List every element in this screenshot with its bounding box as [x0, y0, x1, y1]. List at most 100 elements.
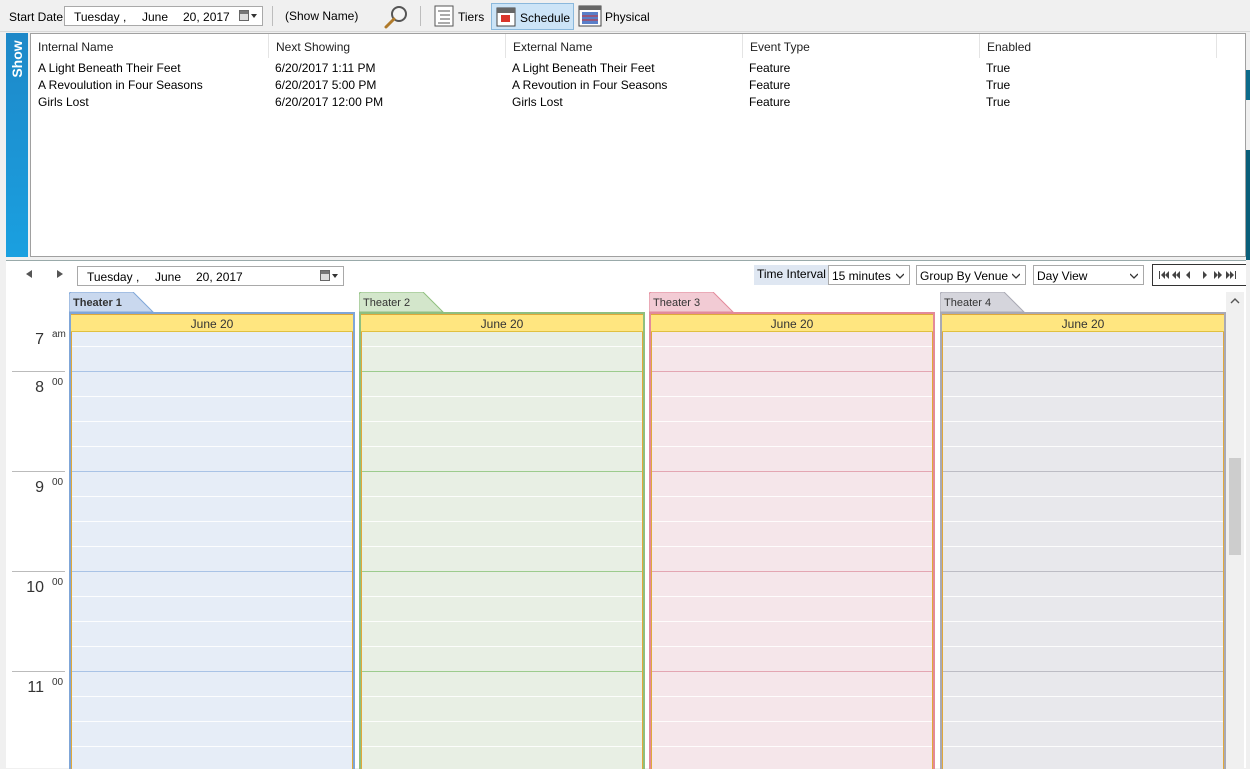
slot-gridline: [72, 546, 352, 547]
slot-gridline: [652, 746, 932, 747]
theater-column-4[interactable]: June 20: [940, 312, 1226, 769]
theater-column-3[interactable]: June 20: [649, 312, 935, 769]
slot-gridline: [943, 421, 1223, 422]
schedule-button[interactable]: Schedule: [491, 3, 574, 30]
show-grid: Internal Name Next Showing External Name…: [30, 33, 1246, 257]
scheduler: Tuesday , June 20, 2017 Time Interval 15…: [6, 260, 1246, 769]
search-icon[interactable]: [382, 4, 410, 30]
schedule-icon: [496, 7, 516, 27]
physical-button[interactable]: Physical: [577, 3, 651, 30]
tiers-icon: [434, 5, 454, 27]
vertical-scrollbar[interactable]: [1226, 292, 1244, 769]
hour-gridline: [362, 671, 642, 672]
show-name-filter[interactable]: (Show Name): [285, 9, 358, 23]
hour-gridline: [943, 471, 1223, 472]
hour-gridline: [72, 571, 352, 572]
start-date-picker[interactable]: Tuesday , June 20, 2017: [64, 6, 263, 26]
physical-layout-icon: [578, 5, 602, 27]
slot-gridline: [72, 646, 352, 647]
chevron-down-icon: [896, 273, 904, 279]
slot-gridline: [362, 696, 642, 697]
day-header[interactable]: June 20: [651, 314, 933, 332]
hour-gridline: [362, 571, 642, 572]
day-header-label: June 20: [770, 317, 814, 331]
date-navigation: [1152, 264, 1246, 286]
toolbar-separator: [420, 6, 421, 26]
time-slot-area[interactable]: [942, 332, 1224, 769]
window-edge-accent: [1246, 70, 1250, 100]
time-interval-label: Time Interval: [754, 265, 829, 285]
slot-gridline: [72, 396, 352, 397]
theater-column-2[interactable]: June 20: [359, 312, 645, 769]
slot-gridline: [943, 646, 1223, 647]
theater-tab-1[interactable]: Theater 1: [69, 292, 159, 312]
chevron-down-icon: [1012, 273, 1020, 279]
hour-gridline: [72, 371, 352, 372]
theater-column-1[interactable]: June 20: [69, 312, 355, 769]
view-select[interactable]: Day View: [1033, 265, 1144, 285]
slot-gridline: [362, 396, 642, 397]
slot-gridline: [652, 596, 932, 597]
chevron-down-icon: [1130, 273, 1138, 279]
day-header[interactable]: June 20: [942, 314, 1224, 332]
slot-gridline: [943, 346, 1223, 347]
hour-gridline: [362, 471, 642, 472]
slot-gridline: [652, 346, 932, 347]
theater-tab-3[interactable]: Theater 3: [649, 292, 739, 312]
slot-gridline: [362, 546, 642, 547]
column-header-internal-name[interactable]: Internal Name: [31, 34, 269, 58]
column-header-external-name[interactable]: External Name: [506, 34, 743, 58]
next-day-button[interactable]: [57, 270, 63, 278]
column-header-event-type[interactable]: Event Type: [743, 34, 980, 58]
slot-gridline: [72, 346, 352, 347]
slot-gridline: [72, 521, 352, 522]
slot-gridline: [362, 446, 642, 447]
theater-tab-4[interactable]: Theater 4: [940, 292, 1030, 312]
show-panel-tab[interactable]: Show: [6, 33, 28, 257]
slot-gridline: [72, 596, 352, 597]
tiers-button[interactable]: Tiers: [430, 3, 488, 30]
hour-gridline: [652, 471, 932, 472]
slot-gridline: [362, 596, 642, 597]
slot-gridline: [943, 396, 1223, 397]
slot-gridline: [943, 621, 1223, 622]
slot-gridline: [362, 721, 642, 722]
theater-name: Theater 1: [73, 297, 122, 309]
start-date-label: Start Date: [9, 10, 64, 24]
time-slot-area[interactable]: [361, 332, 643, 769]
slot-gridline: [652, 621, 932, 622]
time-slot-area[interactable]: [651, 332, 933, 769]
day-header-label: June 20: [1061, 317, 1105, 331]
slot-gridline: [72, 621, 352, 622]
column-header-next-showing[interactable]: Next Showing: [269, 34, 506, 58]
slot-gridline: [72, 696, 352, 697]
toolbar-separator: [272, 6, 273, 26]
slot-gridline: [943, 546, 1223, 547]
calendar-dropdown-icon[interactable]: [318, 269, 340, 283]
slot-gridline: [652, 521, 932, 522]
scheduler-date-picker[interactable]: Tuesday , June 20, 2017: [77, 266, 344, 286]
slot-gridline: [72, 746, 352, 747]
scrollbar-thumb[interactable]: [1229, 458, 1241, 555]
slot-gridline: [362, 521, 642, 522]
hour-gridline: [943, 571, 1223, 572]
day-header[interactable]: June 20: [71, 314, 353, 332]
time-slot-area[interactable]: [71, 332, 353, 769]
theater-name: Theater 2: [363, 297, 411, 309]
theater-name: Theater 4: [944, 297, 992, 309]
previous-day-button[interactable]: [26, 270, 32, 278]
slot-gridline: [362, 646, 642, 647]
hour-gridline: [72, 471, 352, 472]
time-interval-select[interactable]: 15 minutes: [828, 265, 910, 285]
slot-gridline: [72, 496, 352, 497]
slot-gridline: [943, 496, 1223, 497]
theater-tab-2[interactable]: Theater 2: [359, 292, 449, 312]
column-header-enabled[interactable]: Enabled: [980, 34, 1217, 58]
slot-gridline: [943, 521, 1223, 522]
calendar-dropdown-icon[interactable]: [237, 9, 259, 23]
hour-gridline: [72, 671, 352, 672]
group-by-select[interactable]: Group By Venue: [916, 265, 1026, 285]
scroll-up-icon[interactable]: [1230, 297, 1240, 305]
slot-gridline: [362, 496, 642, 497]
day-header[interactable]: June 20: [361, 314, 643, 332]
